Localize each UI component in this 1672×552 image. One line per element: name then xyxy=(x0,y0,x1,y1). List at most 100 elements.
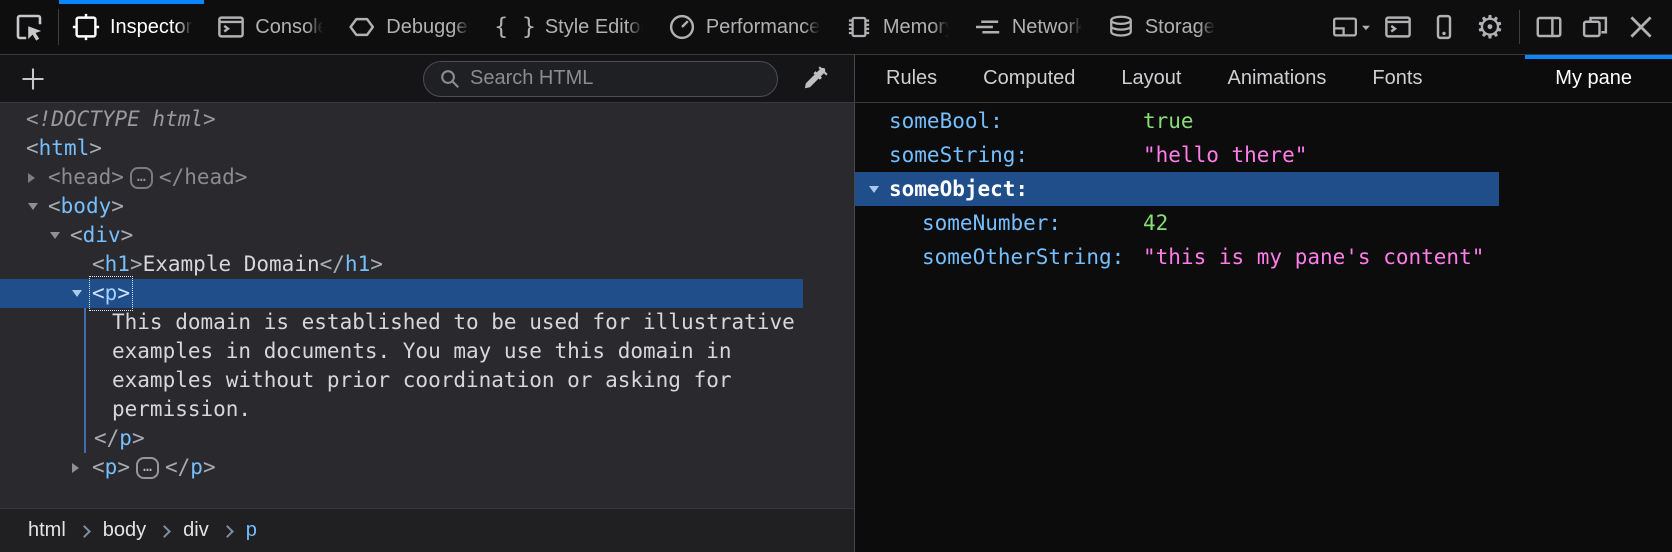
toolbox-controls: ⚙ xyxy=(1331,0,1672,54)
tab-memory[interactable]: Memory xyxy=(832,0,961,54)
chevron-right-icon xyxy=(221,525,234,538)
my-pane-content: someBool:true someString:"hello there" s… xyxy=(855,103,1672,552)
sidebar-tab-animations[interactable]: Animations xyxy=(1204,55,1349,102)
inline-ellipsis-badge[interactable]: … xyxy=(136,457,159,479)
responsive-mode-button[interactable] xyxy=(1423,6,1465,48)
search-html-box[interactable] xyxy=(423,61,778,97)
split-console-icon xyxy=(1383,12,1413,42)
tab-style-editor-label: Style Editor xyxy=(545,16,643,39)
add-node-button[interactable] xyxy=(16,62,50,96)
settings-button[interactable]: ⚙ xyxy=(1469,6,1511,48)
property-value: 42 xyxy=(1143,211,1168,235)
close-bracket: > xyxy=(203,453,216,482)
tab-style-editor[interactable]: { } Style Editor xyxy=(482,0,655,54)
close-bracket: > xyxy=(235,163,248,192)
sidebar-tab-computed[interactable]: Computed xyxy=(960,55,1098,102)
twisty-expanded-icon[interactable] xyxy=(50,232,70,239)
frames-icon xyxy=(1331,12,1359,42)
tab-performance-label: Performance xyxy=(706,16,820,39)
close-bracket: > xyxy=(117,281,130,305)
tree-node-p-closing[interactable]: </p> xyxy=(94,424,855,453)
separate-window-icon xyxy=(1580,12,1610,42)
tag-head: head xyxy=(61,163,112,192)
sidebar-tab-animations-label: Animations xyxy=(1227,67,1326,90)
tree-node-html[interactable]: <html> xyxy=(0,134,803,163)
dock-side-icon xyxy=(1534,12,1564,42)
open-bracket: < xyxy=(92,453,105,482)
twisty-collapsed-icon[interactable] xyxy=(28,173,48,183)
breadcrumb-item-div[interactable]: div xyxy=(183,519,209,542)
sidebar-tab-layout[interactable]: Layout xyxy=(1098,55,1204,102)
open-bracket: < xyxy=(70,221,83,250)
tab-performance[interactable]: Performance xyxy=(655,0,832,54)
pane-row-someOtherString[interactable]: someOtherString:"this is my pane's conte… xyxy=(855,240,1672,274)
tag-head-close: head xyxy=(184,163,235,192)
tab-inspector[interactable]: Inspector xyxy=(59,0,204,54)
sidebar-tabbar: Rules Computed Layout Animations Fonts M… xyxy=(855,55,1672,102)
pick-element-button[interactable] xyxy=(0,0,58,54)
property-name: someObject: xyxy=(889,177,1028,201)
breadcrumb-item-html[interactable]: html xyxy=(28,519,66,542)
tag-body: body xyxy=(61,192,112,221)
search-icon xyxy=(438,67,462,91)
open-close-bracket: </ xyxy=(320,250,345,279)
inline-ellipsis-badge[interactable]: … xyxy=(130,167,153,189)
twisty-expanded-icon[interactable] xyxy=(72,290,92,297)
pane-row-someString[interactable]: someString:"hello there" xyxy=(855,138,1672,172)
eyedropper-icon xyxy=(801,65,829,93)
p-text-line[interactable]: permission. xyxy=(112,395,855,424)
tree-node-p-selected[interactable]: <p> xyxy=(0,279,803,308)
tree-node-p2[interactable]: <p>…</p> xyxy=(0,453,803,482)
sidebar-tab-rules[interactable]: Rules xyxy=(863,55,960,102)
tab-console[interactable]: Console xyxy=(204,0,335,54)
tab-network-label: Network xyxy=(1012,16,1082,39)
tree-node-doctype[interactable]: <!DOCTYPE html> xyxy=(0,105,803,134)
p-text-line[interactable]: examples without prior coordination or a… xyxy=(112,366,855,395)
markup-tree: <!DOCTYPE html> <html> <head>…</head> <b… xyxy=(0,103,855,508)
tab-inspector-label: Inspector xyxy=(110,16,192,39)
search-html-input[interactable] xyxy=(470,67,763,90)
open-close-bracket: </ xyxy=(94,426,119,450)
chevron-right-icon xyxy=(158,525,171,538)
close-bracket: > xyxy=(111,192,124,221)
eyedropper-button[interactable] xyxy=(792,59,838,99)
pane-row-someBool[interactable]: someBool:true xyxy=(855,104,1672,138)
selected-tag-token: <p> xyxy=(92,279,130,308)
frames-dropdown-button[interactable] xyxy=(1331,6,1373,48)
close-icon xyxy=(1625,11,1657,43)
tab-storage[interactable]: Storage xyxy=(1094,0,1227,54)
open-bracket: < xyxy=(26,134,39,163)
split-console-button[interactable] xyxy=(1377,6,1419,48)
sidebar-tab-my-pane[interactable]: My pane xyxy=(1525,55,1672,102)
pane-row-someObject-selected[interactable]: someObject: xyxy=(855,172,1499,206)
pane-row-someNumber[interactable]: someNumber:42 xyxy=(855,206,1672,240)
property-name: someOtherString: xyxy=(922,245,1143,269)
tree-node-div[interactable]: <div> xyxy=(0,221,803,250)
tree-node-body[interactable]: <body> xyxy=(0,192,803,221)
dock-to-side-button[interactable] xyxy=(1528,6,1570,48)
close-bracket: > xyxy=(121,221,134,250)
close-bracket: > xyxy=(370,250,383,279)
close-devtools-button[interactable] xyxy=(1620,6,1662,48)
open-close-bracket: </ xyxy=(159,163,184,192)
sidebar-tab-fonts[interactable]: Fonts xyxy=(1349,55,1445,102)
twisty-expanded-icon[interactable] xyxy=(28,203,48,210)
open-close-bracket: </ xyxy=(165,453,190,482)
inspector-icon xyxy=(71,12,101,42)
tab-debugger[interactable]: Debugger xyxy=(335,0,482,54)
dock-separate-window-button[interactable] xyxy=(1574,6,1616,48)
breadcrumb-item-p[interactable]: p xyxy=(246,519,257,542)
tree-node-h1[interactable]: <h1>Example Domain</h1> xyxy=(0,250,803,279)
twisty-collapsed-icon[interactable] xyxy=(72,463,92,473)
p-text-line[interactable]: This domain is established to be used fo… xyxy=(112,308,855,337)
tree-node-head[interactable]: <head>…</head> xyxy=(0,163,803,192)
open-bracket: < xyxy=(92,250,105,279)
inspector-main: <!DOCTYPE html> <html> <head>…</head> <b… xyxy=(0,103,1672,552)
tab-network[interactable]: Network xyxy=(961,0,1094,54)
open-bracket: < xyxy=(92,281,105,305)
breadcrumb-item-body[interactable]: body xyxy=(103,519,146,542)
twisty-expanded-icon[interactable] xyxy=(869,186,889,193)
p-text-line[interactable]: examples in documents. You may use this … xyxy=(112,337,855,366)
chevron-down-icon xyxy=(1359,20,1373,35)
plus-icon xyxy=(18,64,48,94)
